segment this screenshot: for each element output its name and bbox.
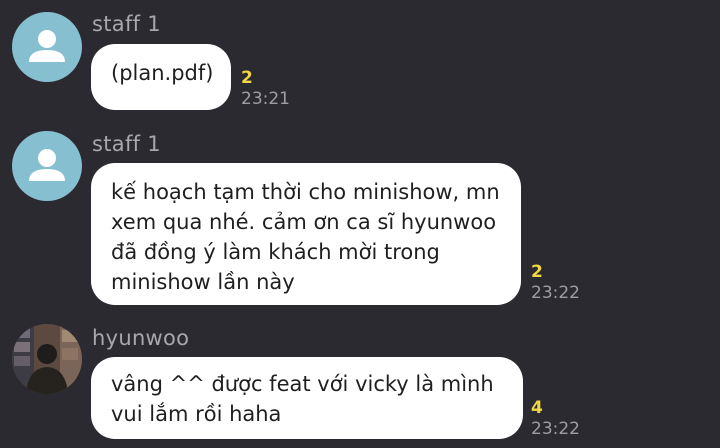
message-line: kế hoạch tạm thời cho minishow, mn [111, 180, 500, 204]
unread-count: 2 [531, 262, 543, 282]
message-line: vui lắm rồi haha [111, 402, 282, 426]
sender-name: staff 1 [92, 132, 161, 156]
message-meta: 2 23:22 [531, 262, 580, 304]
default-user-icon [29, 149, 65, 181]
sender-name: hyunwoo [92, 326, 190, 350]
message-line: minishow lần này [111, 270, 295, 294]
message-line: xem qua nhé. cảm ơn ca sĩ hyunwoo [111, 210, 497, 234]
message-meta: 4 23:22 [531, 398, 580, 440]
sender-name: staff 1 [92, 12, 161, 36]
avatar[interactable] [12, 131, 82, 201]
unread-count: 2 [241, 68, 253, 88]
message-line: vâng ^^ được feat với vicky là mình [111, 372, 494, 396]
timestamp: 23:21 [241, 89, 290, 109]
message-bubble[interactable]: vâng ^^ được feat với vicky là mình vui … [91, 357, 523, 439]
avatar[interactable] [12, 12, 82, 82]
default-user-icon [29, 30, 65, 62]
avatar[interactable] [12, 324, 82, 394]
message-line: đã đồng ý làm khách mời trong [111, 240, 440, 264]
message-meta: 2 23:21 [241, 68, 290, 110]
profile-photo [12, 324, 82, 394]
message-bubble[interactable]: (plan.pdf) [91, 44, 231, 110]
timestamp: 23:22 [531, 419, 580, 439]
unread-count: 4 [531, 398, 543, 418]
message-bubble[interactable]: kế hoạch tạm thời cho minishow, mn xem q… [91, 163, 521, 305]
timestamp: 23:22 [531, 283, 580, 303]
